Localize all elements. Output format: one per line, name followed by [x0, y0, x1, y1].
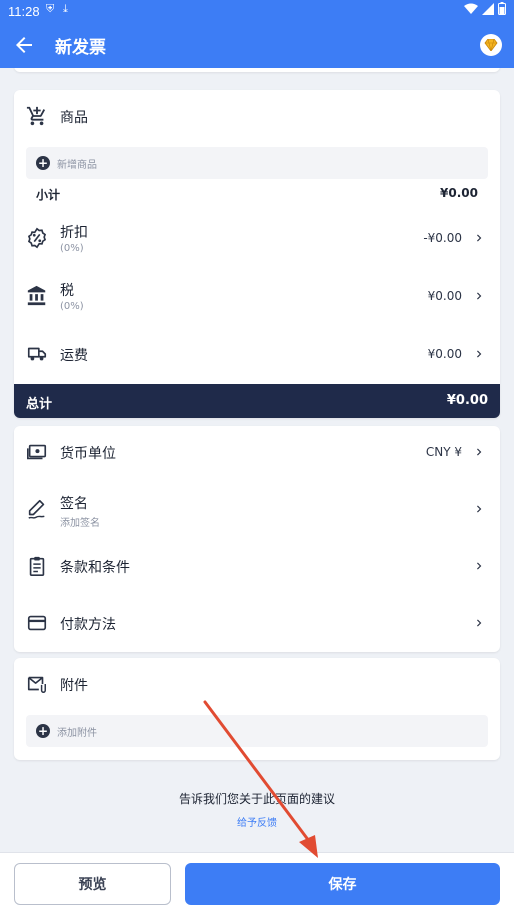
- settings-card: 货币单位 CNY ¥ 签名 添加签名 条款和条件 付款方法: [14, 426, 500, 652]
- clipboard-icon: [29, 556, 45, 576]
- preview-button[interactable]: 预览: [14, 863, 171, 905]
- shipping-value: ¥0.00: [427, 347, 462, 361]
- payment-method-row[interactable]: 付款方法: [14, 599, 500, 649]
- save-button[interactable]: 保存: [185, 863, 500, 905]
- currency-value: CNY ¥: [425, 445, 462, 459]
- status-time: 11:28: [8, 4, 40, 19]
- signature-row[interactable]: 签名 添加签名: [14, 485, 500, 535]
- attachments-header: 附件: [14, 660, 500, 710]
- truck-icon: [27, 347, 47, 361]
- page-title: 新发票: [55, 38, 106, 58]
- status-bar: 11:28 ⛨ ⤓: [0, 0, 514, 22]
- chevron-right-icon: [477, 350, 482, 358]
- chevron-right-icon: [477, 448, 482, 456]
- give-feedback-link[interactable]: 给予反馈: [0, 814, 514, 829]
- chevron-right-icon: [477, 505, 482, 513]
- items-card: 商品 + 新增商品 小计 ¥0.00 折扣 (0%) -¥0.00 税 (0%)…: [14, 90, 500, 418]
- tax-row[interactable]: 税 (0%) ¥0.00: [14, 272, 500, 322]
- total-value: ¥0.00: [446, 393, 488, 408]
- shipping-row[interactable]: 运费 ¥0.00: [14, 330, 500, 380]
- discount-row[interactable]: 折扣 (0%) -¥0.00: [14, 214, 500, 264]
- app-bar: 新发票: [0, 22, 514, 68]
- add-circle-icon: +: [36, 724, 50, 738]
- chevron-right-icon: [477, 619, 482, 627]
- discount-value: -¥0.00: [423, 231, 462, 245]
- battery-icon: [498, 2, 506, 15]
- shield-status-icon: ⛨: [46, 3, 55, 15]
- wifi-icon: [464, 3, 478, 14]
- bottom-action-bar: 预览 保存: [0, 852, 514, 914]
- money-icon: [27, 444, 47, 460]
- currency-row[interactable]: 货币单位 CNY ¥: [14, 428, 500, 478]
- back-arrow-icon[interactable]: [12, 33, 36, 57]
- invoice-form[interactable]: 商品 + 新增商品 小计 ¥0.00 折扣 (0%) -¥0.00 税 (0%)…: [0, 68, 514, 852]
- terms-row[interactable]: 条款和条件: [14, 542, 500, 592]
- feedback-question: 告诉我们您关于此页面的建议: [178, 792, 335, 806]
- currency-label: 货币单位: [60, 446, 116, 462]
- add-circle-icon: +: [36, 156, 50, 170]
- total-label: 总计: [26, 397, 53, 412]
- tax-percent: (0%): [60, 301, 84, 312]
- signature-hint: 添加签名: [60, 518, 100, 529]
- terms-label: 条款和条件: [60, 560, 130, 576]
- bank-icon: [27, 285, 46, 306]
- add-attachment-label: 添加附件: [57, 728, 97, 739]
- chevron-right-icon: [477, 234, 482, 242]
- credit-card-icon: [27, 615, 47, 631]
- shopping-cart-icon: [26, 106, 46, 126]
- payment-method-label: 付款方法: [60, 617, 116, 633]
- attachments-label: 附件: [60, 678, 88, 694]
- discount-percent: (0%): [60, 243, 84, 254]
- items-label: 商品: [60, 110, 88, 126]
- discount-badge-icon: [27, 227, 47, 249]
- add-attachment-button[interactable]: + 添加附件: [26, 715, 488, 747]
- items-header: 商品: [14, 92, 500, 142]
- download-status-icon: ⤓: [63, 3, 68, 15]
- previous-card-edge: [14, 68, 500, 72]
- mail-attachment-icon: [27, 676, 46, 693]
- chevron-right-icon: [477, 562, 482, 570]
- subtotal-label: 小计: [36, 188, 61, 202]
- tax-label: 税: [60, 283, 74, 299]
- subtotal-value: ¥0.00: [440, 186, 478, 200]
- signature-label: 签名: [60, 496, 88, 512]
- add-item-label: 新增商品: [57, 160, 97, 171]
- signature-pen-icon: [28, 499, 45, 519]
- signal-icon: [482, 2, 494, 15]
- feedback-section: 告诉我们您关于此页面的建议 给予反馈: [0, 790, 514, 829]
- tax-value: ¥0.00: [427, 289, 462, 303]
- discount-label: 折扣: [60, 225, 88, 241]
- total-bar: 总计 ¥0.00: [14, 384, 500, 418]
- add-item-button[interactable]: + 新增商品: [26, 147, 488, 179]
- chevron-right-icon: [477, 292, 482, 300]
- premium-diamond-icon[interactable]: [480, 34, 502, 56]
- shipping-label: 运费: [60, 348, 88, 364]
- attachments-card: 附件 + 添加附件: [14, 658, 500, 760]
